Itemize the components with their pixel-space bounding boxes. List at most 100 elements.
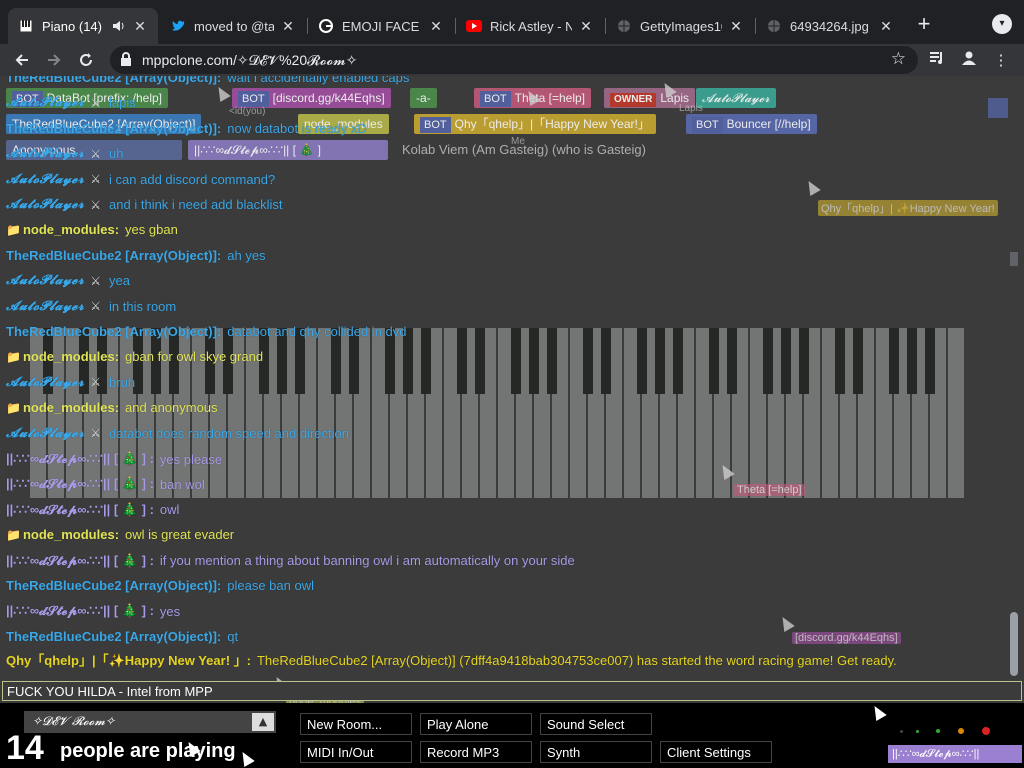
- menu-dots-icon[interactable]: ⋮: [990, 50, 1012, 72]
- chat-message: 𝓐𝓾𝓽𝓸𝓟𝓵𝓪𝔂𝓮𝓻 ⚔ databot does random speed and…: [6, 426, 349, 441]
- record-mp3-button[interactable]: Record MP3: [420, 741, 532, 763]
- speaker-icon[interactable]: [110, 18, 126, 34]
- chat-author[interactable]: ||∴∵∞𝓭𝓢𝓽𝓮𝓹∞∴∵|| [ 🎄 ] :: [6, 476, 154, 492]
- tab-title: Rick Astley - N: [490, 18, 572, 34]
- chat-text: lapis: [109, 95, 136, 111]
- chat-text: bruh: [109, 374, 136, 390]
- tab-jpg[interactable]: 64934264.jpg ✕: [756, 8, 904, 44]
- scrollbar-arrow[interactable]: [1010, 252, 1018, 266]
- url-text[interactable]: mppclone.com/✧𝓓𝓔𝓥%20𝓡𝓸𝓸𝓶✧: [142, 52, 357, 69]
- chat-author[interactable]: ||∴∵∞𝓭𝓢𝓽𝓮𝓹∞∴∵|| [ 🎄 ] :: [6, 502, 154, 518]
- chat-author[interactable]: TheRedBlueCube2 [Array(Object)]:: [6, 248, 221, 263]
- chat-author[interactable]: node_modules:: [23, 400, 119, 415]
- chat-input[interactable]: [2, 681, 1022, 701]
- room-select[interactable]: ✧𝓓𝓔𝓥 𝓡𝓸𝓸𝓶✧ ▲: [24, 711, 276, 733]
- chat-message: TheRedBlueCube2 [Array(Object)]: please b…: [6, 578, 314, 593]
- back-button[interactable]: [10, 48, 34, 72]
- chat-message: TheRedBlueCube2 [Array(Object)]: wait i a…: [6, 76, 409, 85]
- chat-text: qt: [227, 628, 239, 644]
- chat-author[interactable]: 𝓐𝓾𝓽𝓸𝓟𝓵𝓪𝔂𝓮𝓻: [6, 299, 84, 314]
- chat-author[interactable]: TheRedBlueCube2 [Array(Object)]:: [6, 76, 221, 85]
- volume-meter[interactable]: [892, 723, 1002, 739]
- mpp-page: BOT DataBot [prefix: /help] BOT [discord.g…: [0, 76, 1024, 768]
- new-tab-button[interactable]: +: [912, 12, 936, 36]
- close-tab-icon[interactable]: ✕: [878, 18, 894, 35]
- room-dropdown-arrow-icon[interactable]: ▲: [252, 713, 274, 731]
- cursor-label: Theta [=help]: [734, 484, 805, 496]
- close-tab-icon[interactable]: ✕: [578, 18, 594, 35]
- close-tab-icon[interactable]: ✕: [280, 18, 296, 35]
- tab-search-button[interactable]: ▾: [992, 14, 1012, 34]
- chat-message: 𝓐𝓾𝓽𝓸𝓟𝓵𝓪𝔂𝓮𝓻 ⚔ and i think i need add blackl…: [6, 197, 283, 212]
- chat-author[interactable]: 𝓐𝓾𝓽𝓸𝓟𝓵𝓪𝔂𝓮𝓻: [6, 172, 84, 187]
- chat-author[interactable]: TheRedBlueCube2 [Array(Object)]:: [6, 324, 221, 339]
- chat-system-message: Qhy「qhelp」|「✨Happy New Year! 」: TheRedBlu…: [6, 652, 1001, 670]
- tab-emoji[interactable]: EMOJI FACE C ✕: [308, 8, 454, 44]
- synth-button[interactable]: Synth: [540, 741, 652, 763]
- forward-button[interactable]: [42, 48, 66, 72]
- new-room-button[interactable]: New Room...: [300, 713, 412, 735]
- chat-message: 𝓐𝓾𝓽𝓸𝓟𝓵𝓪𝔂𝓮𝓻 ⚔ i can add discord command?: [6, 172, 275, 187]
- bookmark-star-icon[interactable]: ☆: [891, 49, 906, 69]
- chat-message: TheRedBlueCube2 [Array(Object)]: now data…: [6, 121, 367, 136]
- chat-author[interactable]: node_modules:: [23, 222, 119, 237]
- chat-author[interactable]: ||∴∵∞𝓭𝓢𝓽𝓮𝓹∞∴∵|| [ 🎄 ] :: [6, 603, 154, 619]
- chat-author[interactable]: 𝓐𝓾𝓽𝓸𝓟𝓵𝓪𝔂𝓮𝓻: [6, 375, 84, 390]
- chat-author[interactable]: TheRedBlueCube2 [Array(Object)]:: [6, 121, 221, 136]
- chat-message: ||∴∵∞𝓭𝓢𝓽𝓮𝓹∞∴∵|| [ 🎄 ] : owl: [6, 502, 179, 518]
- crossed-swords-icon: ⚔: [90, 299, 102, 314]
- play-alone-button[interactable]: Play Alone: [420, 713, 532, 735]
- chat-author[interactable]: ||∴∵∞𝓭𝓢𝓽𝓮𝓹∞∴∵|| [ 🎄 ] :: [6, 451, 154, 467]
- crossed-swords-icon: ⚔: [90, 172, 102, 187]
- lock-icon[interactable]: [120, 52, 132, 69]
- volume-dot: [900, 729, 903, 733]
- chat-author[interactable]: TheRedBlueCube2 [Array(Object)]:: [6, 629, 221, 644]
- tab-title: 64934264.jpg: [790, 18, 869, 34]
- close-tab-icon[interactable]: ✕: [728, 18, 744, 35]
- close-tab-icon[interactable]: ✕: [132, 18, 148, 35]
- chat-text: yes gban: [125, 222, 178, 238]
- chat-text: yes please: [159, 451, 223, 467]
- globe-icon: [766, 18, 782, 34]
- midi-button[interactable]: MIDI In/Out: [300, 741, 412, 763]
- media-control-icon[interactable]: [926, 50, 948, 72]
- cursor-icon: [869, 702, 887, 722]
- volume-dot: [958, 728, 964, 734]
- tab-title: EMOJI FACE C: [342, 18, 422, 34]
- chat-message: 📁 node_modules: gban for owl skye grand: [6, 349, 263, 364]
- chat-text: databot and qhy collided in dvd: [227, 324, 407, 339]
- tab-twitter[interactable]: moved to @tay ✕: [160, 8, 306, 44]
- chat-author[interactable]: Qhy「qhelp」|「✨Happy New Year! 」:: [6, 653, 251, 668]
- reload-button[interactable]: [74, 48, 98, 72]
- chat-author[interactable]: ||∴∵∞𝓭𝓢𝓽𝓮𝓹∞∴∵|| [ 🎄 ] :: [6, 553, 154, 569]
- chat-author[interactable]: 𝓐𝓾𝓽𝓸𝓟𝓵𝓪𝔂𝓮𝓻: [6, 197, 84, 212]
- tab-piano[interactable]: Piano (14) ✕: [8, 8, 158, 44]
- address-bar[interactable]: mppclone.com/✧𝓓𝓔𝓥%20𝓡𝓸𝓸𝓶✧ ☆: [110, 46, 918, 74]
- chat-author[interactable]: 𝓐𝓾𝓽𝓸𝓟𝓵𝓪𝔂𝓮𝓻: [6, 146, 84, 161]
- close-tab-icon[interactable]: ✕: [428, 18, 444, 35]
- tab-title: moved to @tay: [194, 18, 274, 34]
- youtube-icon: [466, 18, 482, 34]
- volume-dot: [936, 729, 940, 733]
- chat-author[interactable]: 𝓐𝓾𝓽𝓸𝓟𝓵𝓪𝔂𝓮𝓻: [6, 273, 84, 288]
- crossed-swords-icon: ⚔: [90, 95, 102, 110]
- tab-getty[interactable]: GettyImages10 ✕: [606, 8, 754, 44]
- bottom-bar: ✧𝓓𝓔𝓥 𝓡𝓸𝓸𝓶✧ ▲ 14 people are playing New R…: [0, 702, 1024, 768]
- crossed-swords-icon: ⚔: [90, 146, 102, 161]
- client-settings-button[interactable]: Client Settings: [660, 741, 772, 763]
- chat-text: if you mention a thing about banning owl…: [159, 553, 575, 569]
- chat-scrollbar[interactable]: [1010, 612, 1018, 676]
- chat-author[interactable]: node_modules:: [23, 349, 119, 364]
- volume-dot: [982, 727, 990, 735]
- self-name-tag[interactable]: ||∴∵∞𝓭𝓢𝓽𝓮𝓹∞∴∵||: [888, 745, 1022, 763]
- chat-author[interactable]: 𝓐𝓾𝓽𝓸𝓟𝓵𝓪𝔂𝓮𝓻: [6, 95, 84, 110]
- tab-youtube[interactable]: Rick Astley - N ✕: [456, 8, 604, 44]
- sound-select-button[interactable]: Sound Select: [540, 713, 652, 735]
- chat-author[interactable]: 𝓐𝓾𝓽𝓸𝓟𝓵𝓪𝔂𝓮𝓻: [6, 426, 84, 441]
- chat-text: databot does random speed and direction: [109, 425, 349, 441]
- cursor-label: Qhy「qhelp」| ✨Happy New Year!: [818, 200, 998, 216]
- chat-text: yes: [159, 603, 181, 619]
- profile-icon[interactable]: [958, 50, 980, 72]
- chat-author[interactable]: node_modules:: [23, 527, 119, 542]
- chat-author[interactable]: TheRedBlueCube2 [Array(Object)]:: [6, 578, 221, 593]
